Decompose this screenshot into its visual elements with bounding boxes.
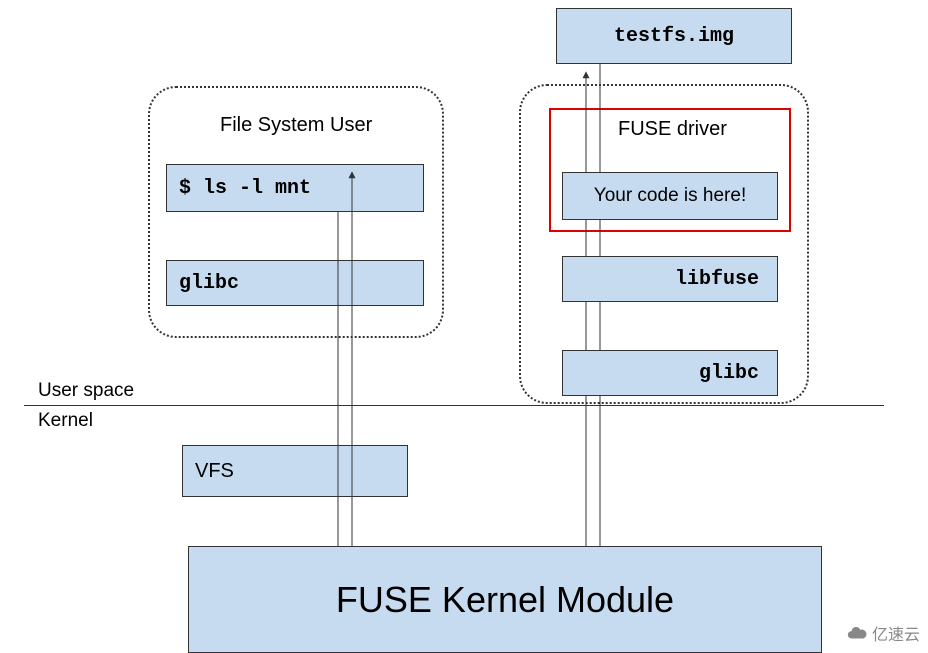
- arrows-svg: [0, 0, 928, 653]
- cloud-icon: [846, 622, 868, 644]
- watermark: 亿速云: [846, 621, 920, 645]
- text-watermark: 亿速云: [872, 621, 920, 645]
